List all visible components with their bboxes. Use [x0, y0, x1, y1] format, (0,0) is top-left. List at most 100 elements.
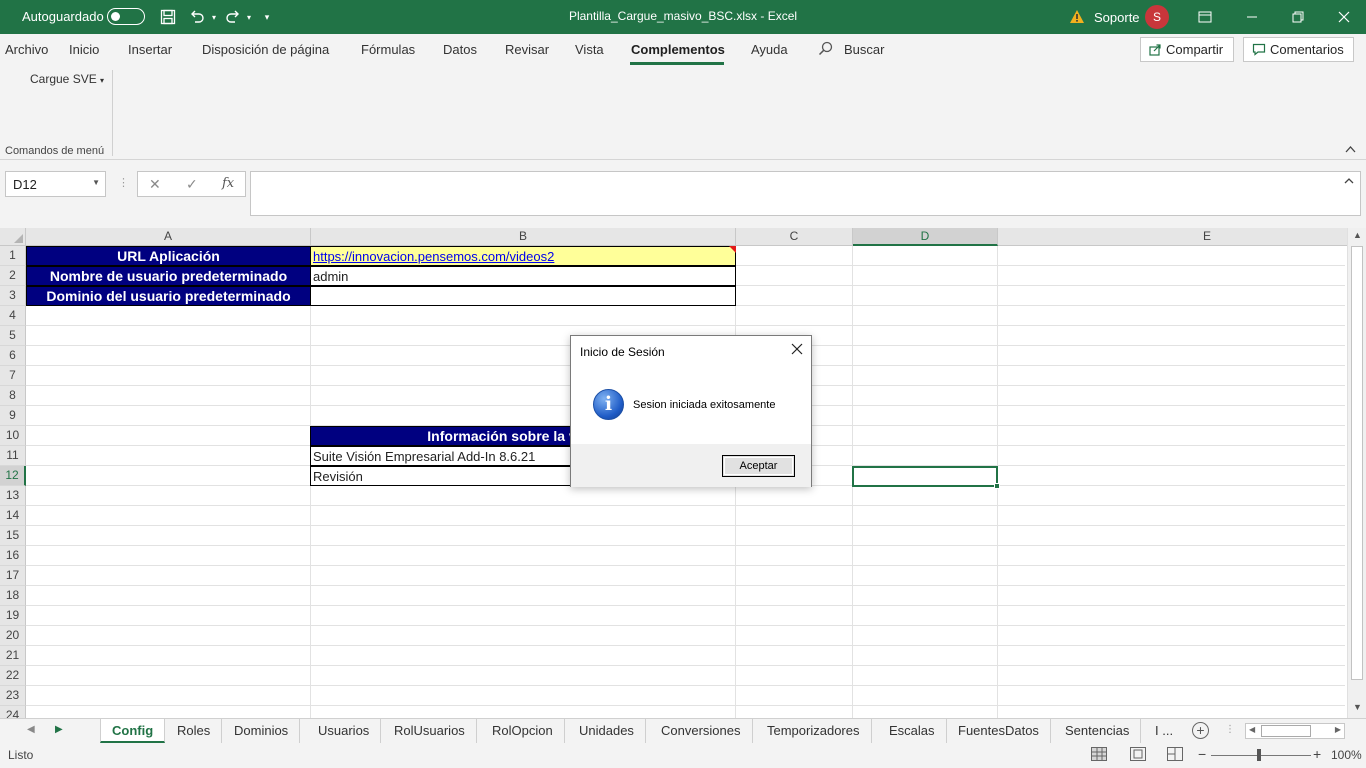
row-header-2[interactable]: 2	[0, 266, 26, 286]
undo-icon[interactable]	[188, 8, 206, 26]
row-header-22[interactable]: 22	[0, 666, 26, 686]
more-sheets[interactable]: I ...	[1144, 719, 1184, 743]
drag-handle-icon[interactable]: ⋮	[118, 176, 129, 189]
customize-toolbar-icon[interactable]: ▾	[258, 8, 276, 26]
cargue-sve-menu[interactable]: Cargue SVE ▾	[30, 72, 104, 86]
active-cell-selection[interactable]	[852, 466, 1000, 489]
row-header-4[interactable]: 4	[0, 306, 26, 326]
row-header-6[interactable]: 6	[0, 346, 26, 366]
user-name[interactable]: Soporte	[1094, 10, 1140, 25]
warning-icon[interactable]	[1069, 9, 1085, 27]
tab-formulas[interactable]: Fórmulas	[361, 42, 415, 57]
cancel-icon[interactable]: ✕	[149, 176, 161, 193]
row-header-11[interactable]: 11	[0, 446, 26, 466]
zoom-slider[interactable]	[1211, 755, 1311, 756]
cell-a2[interactable]: Nombre de usuario predeterminado	[26, 266, 311, 286]
zoom-slider-thumb[interactable]	[1257, 749, 1261, 761]
row-header-12[interactable]: 12	[0, 466, 26, 486]
column-header-e[interactable]: E	[998, 228, 1366, 246]
column-header-d[interactable]: D	[853, 228, 998, 246]
sheet-tab-rolusuarios[interactable]: RolUsuarios	[383, 719, 477, 743]
tab-disposicion[interactable]: Disposición de página	[202, 42, 329, 57]
sheet-tab-rolopcion[interactable]: RolOpcion	[481, 719, 565, 743]
normal-view-icon[interactable]	[1091, 747, 1107, 761]
scroll-up-icon[interactable]: ▲	[1350, 230, 1365, 244]
tab-datos[interactable]: Datos	[443, 42, 477, 57]
next-sheet-icon[interactable]: ▶	[55, 724, 63, 735]
row-header-7[interactable]: 7	[0, 366, 26, 386]
page-layout-view-icon[interactable]	[1130, 747, 1146, 761]
sheet-tab-temporizadores[interactable]: Temporizadores	[756, 719, 872, 743]
add-sheet-icon[interactable]: +	[1192, 722, 1209, 739]
zoom-in-icon[interactable]: +	[1313, 746, 1321, 762]
vertical-scrollbar[interactable]: ▲ ▼	[1347, 228, 1366, 718]
scroll-down-icon[interactable]: ▼	[1350, 702, 1365, 716]
cell-a3[interactable]: Dominio del usuario predeterminado	[26, 286, 311, 306]
page-break-view-icon[interactable]	[1167, 747, 1183, 761]
tab-revisar[interactable]: Revisar	[505, 42, 549, 57]
tab-complementos[interactable]: Complementos	[631, 42, 725, 57]
cell-b3[interactable]	[310, 286, 736, 306]
save-icon[interactable]	[159, 8, 177, 26]
column-header-c[interactable]: C	[736, 228, 853, 246]
horizontal-scrollbar[interactable]: ◀ ▶	[1245, 723, 1345, 739]
row-header-5[interactable]: 5	[0, 326, 26, 346]
collapse-ribbon-icon[interactable]	[1345, 144, 1356, 156]
row-header-16[interactable]: 16	[0, 546, 26, 566]
url-link[interactable]: https://innovacion.pensemos.com/videos2	[311, 249, 554, 264]
tab-ayuda[interactable]: Ayuda	[751, 42, 788, 57]
enter-icon[interactable]: ✓	[186, 176, 198, 193]
tab-insertar[interactable]: Insertar	[128, 42, 172, 57]
row-header-8[interactable]: 8	[0, 386, 26, 406]
restore-icon[interactable]	[1286, 6, 1310, 28]
comments-button[interactable]: Comentarios	[1243, 37, 1354, 62]
close-icon[interactable]	[1332, 6, 1356, 28]
scroll-left-icon[interactable]: ◀	[1249, 725, 1255, 734]
row-header-10[interactable]: 10	[0, 426, 26, 446]
sheet-tab-unidades[interactable]: Unidades	[568, 719, 646, 743]
autosave-toggle[interactable]	[107, 8, 145, 25]
scroll-right-icon[interactable]: ▶	[1335, 725, 1341, 734]
cell-b1[interactable]: https://innovacion.pensemos.com/videos2	[310, 246, 736, 266]
zoom-out-icon[interactable]: −	[1198, 746, 1206, 762]
collapse-formula-bar-icon[interactable]	[1344, 176, 1354, 187]
sheet-tab-fuentesdatos[interactable]: FuentesDatos	[947, 719, 1051, 743]
prev-sheet-icon[interactable]: ◀	[27, 724, 35, 735]
row-header-18[interactable]: 18	[0, 586, 26, 606]
cell-b2[interactable]: admin	[310, 266, 736, 286]
sheet-tab-conversiones[interactable]: Conversiones	[650, 719, 753, 743]
row-header-1[interactable]: 1	[0, 246, 26, 266]
row-header-17[interactable]: 17	[0, 566, 26, 586]
tab-vista[interactable]: Vista	[575, 42, 604, 57]
horizontal-scroll-thumb[interactable]	[1261, 725, 1311, 737]
row-header-14[interactable]: 14	[0, 506, 26, 526]
ribbon-display-options-icon[interactable]	[1193, 6, 1217, 28]
sheet-tab-dominios[interactable]: Dominios	[223, 719, 301, 743]
sheet-tab-escalas[interactable]: Escalas	[878, 719, 947, 743]
tab-archivo[interactable]: Archivo	[5, 42, 48, 57]
row-header-3[interactable]: 3	[0, 286, 26, 306]
sheet-tab-config[interactable]: Config	[100, 719, 166, 743]
name-box[interactable]: D12 ▼	[5, 171, 106, 197]
comment-indicator[interactable]	[729, 246, 736, 253]
row-header-21[interactable]: 21	[0, 646, 26, 666]
undo-dropdown-icon[interactable]: ▾	[205, 8, 223, 26]
sheet-tab-roles[interactable]: Roles	[166, 719, 223, 743]
share-button[interactable]: Compartir	[1140, 37, 1234, 62]
column-header-a[interactable]: A	[26, 228, 311, 246]
zoom-level[interactable]: 100%	[1331, 748, 1362, 762]
scroll-thumb[interactable]	[1351, 246, 1363, 680]
select-all-corner[interactable]	[0, 228, 26, 246]
search-label[interactable]: Buscar	[844, 42, 884, 57]
cell-a1[interactable]: URL Aplicación	[26, 246, 311, 266]
row-header-9[interactable]: 9	[0, 406, 26, 426]
sheet-tab-usuarios[interactable]: Usuarios	[307, 719, 382, 743]
tab-inicio[interactable]: Inicio	[69, 42, 99, 57]
sheet-tab-sentencias[interactable]: Sentencias	[1054, 719, 1142, 743]
dialog-close-icon[interactable]	[785, 340, 809, 362]
row-header-23[interactable]: 23	[0, 686, 26, 706]
row-header-20[interactable]: 20	[0, 626, 26, 646]
column-header-b[interactable]: B	[311, 228, 736, 246]
fill-handle[interactable]	[994, 483, 1000, 489]
row-header-15[interactable]: 15	[0, 526, 26, 546]
